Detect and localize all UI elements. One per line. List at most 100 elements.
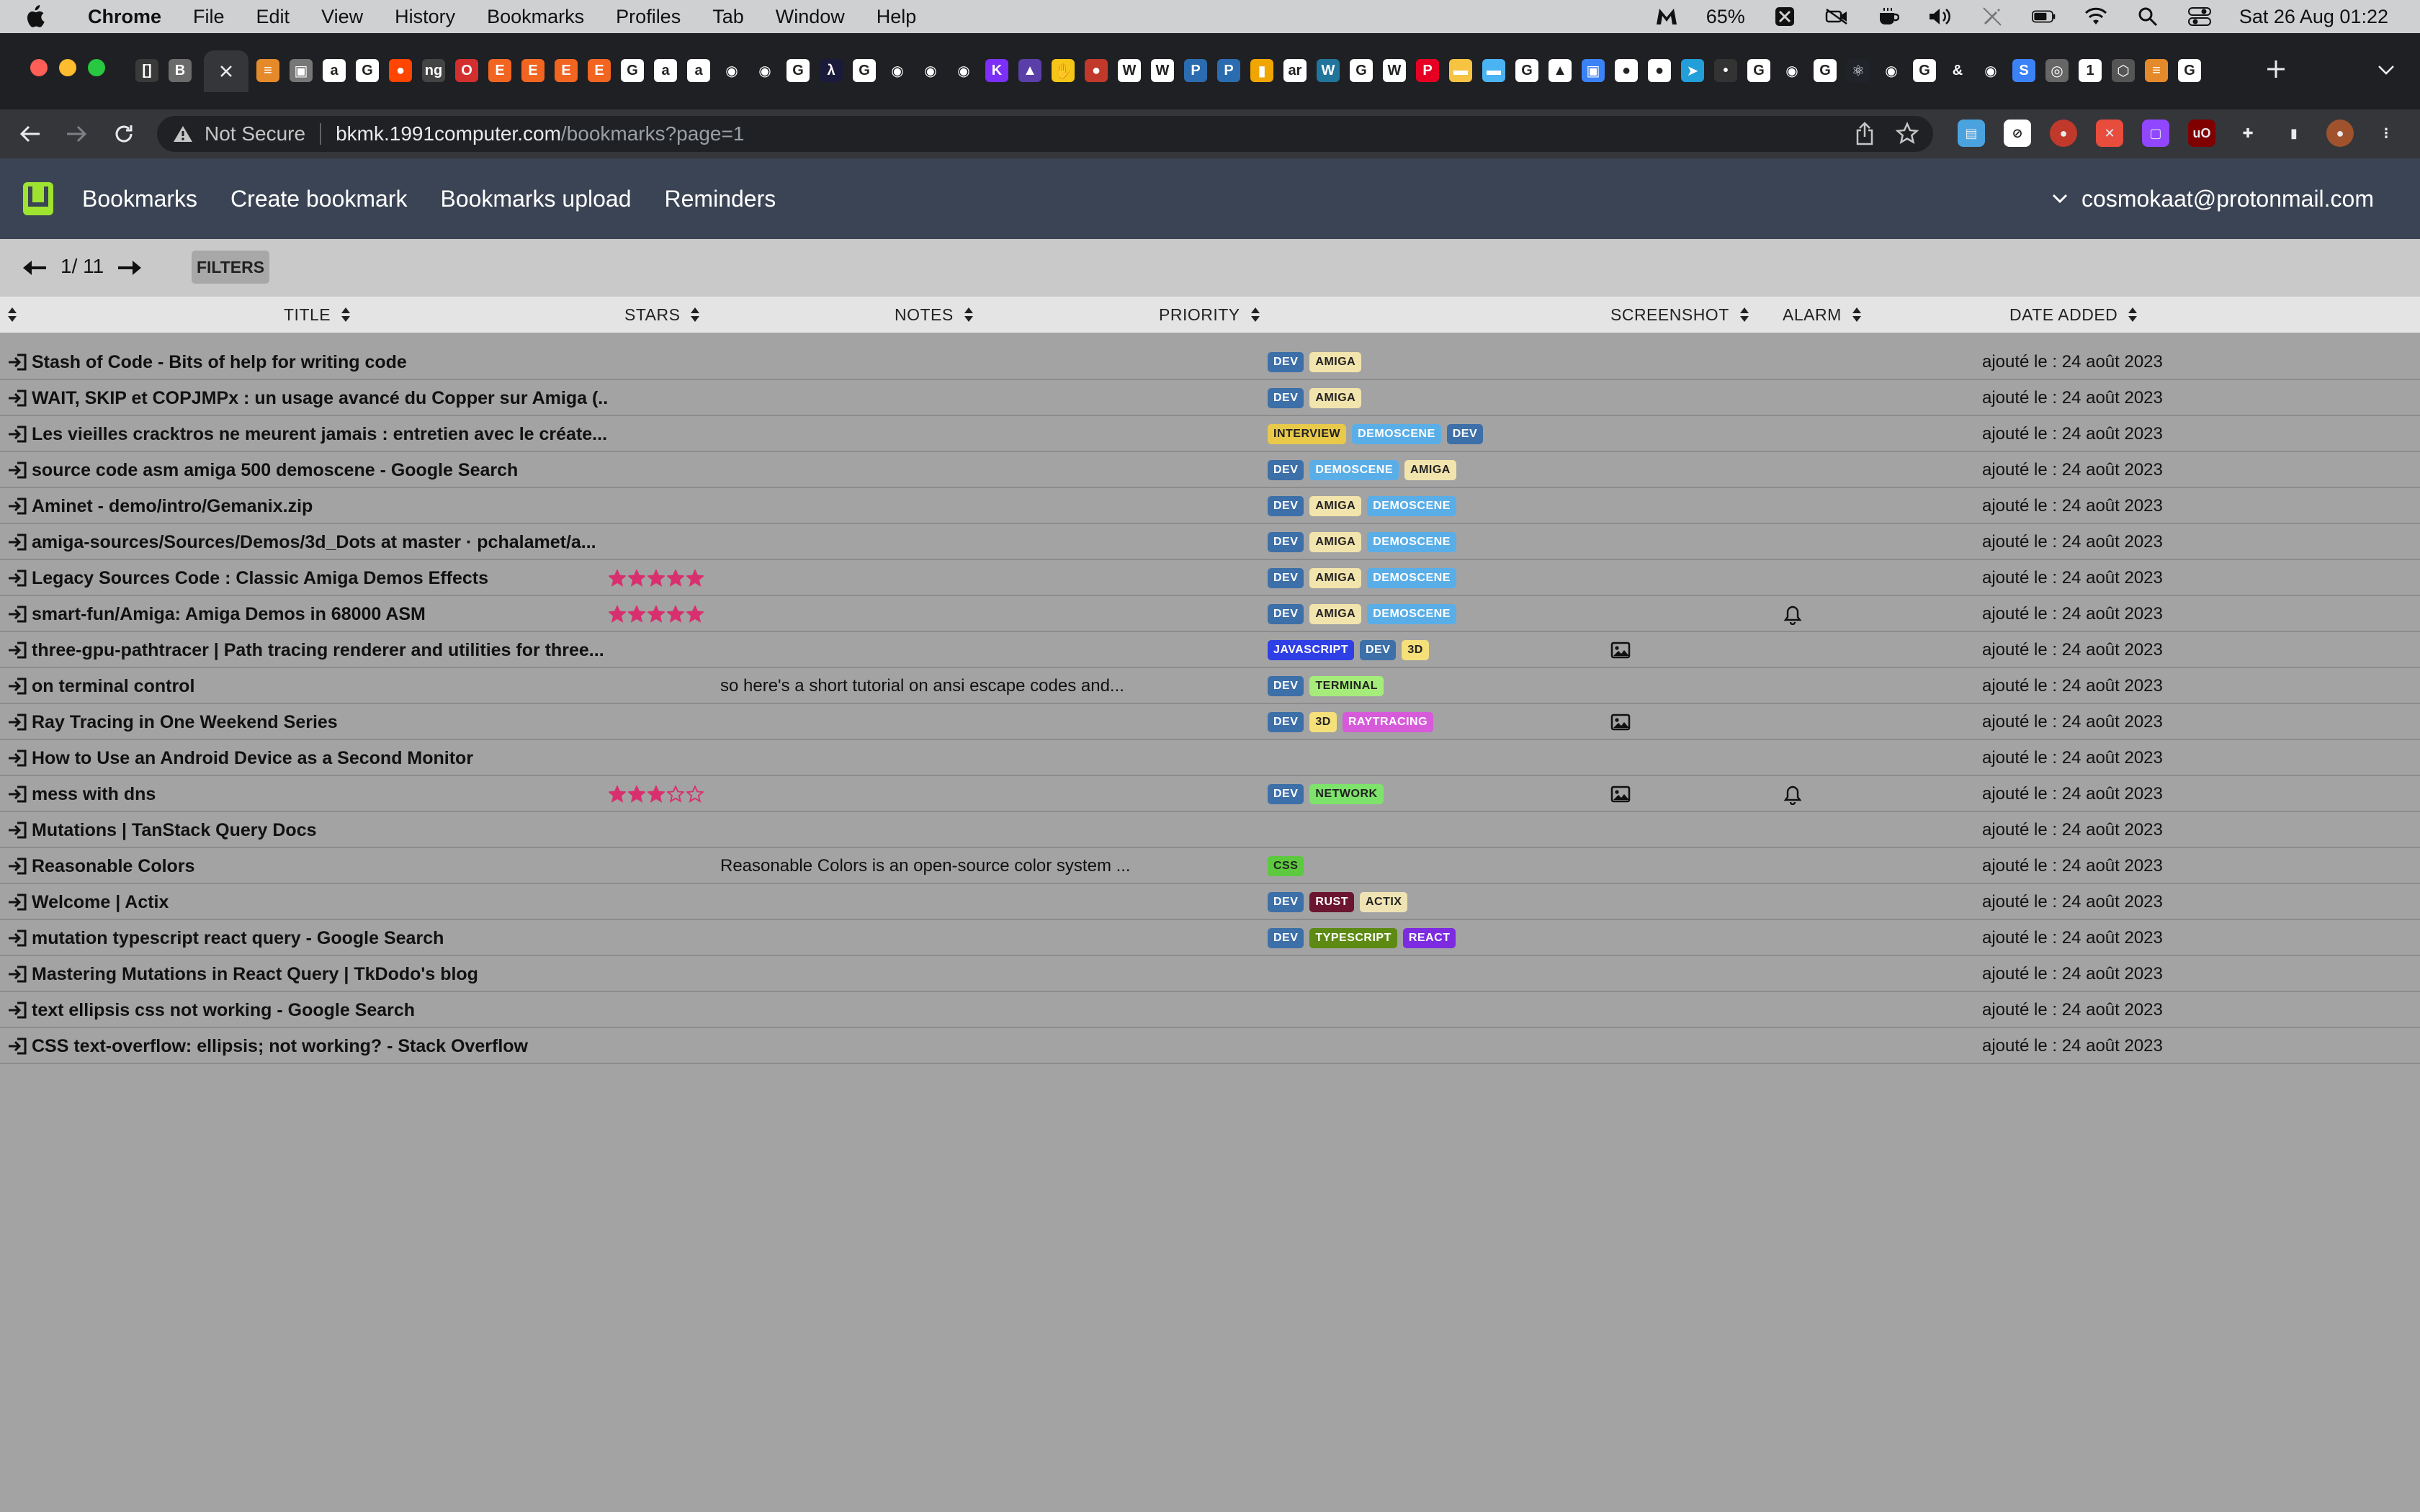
- tag-badge[interactable]: DEV: [1268, 892, 1304, 912]
- wikipedia-favicon-icon[interactable]: W: [1383, 59, 1406, 82]
- tag-badge[interactable]: JAVASCRIPT: [1268, 640, 1354, 660]
- tag-badge[interactable]: AMIGA: [1309, 568, 1362, 588]
- google-favicon-icon[interactable]: G: [621, 59, 644, 82]
- bookmark-title[interactable]: smart-fun/Amiga: Amiga Demos in 68000 AS…: [32, 596, 426, 632]
- star-rating[interactable]: [609, 606, 704, 623]
- user-email[interactable]: cosmokaat@protonmail.com: [2081, 186, 2374, 212]
- tag-badge[interactable]: DEMOSCENE: [1367, 568, 1456, 588]
- globe-favicon-icon[interactable]: ◎: [2045, 59, 2069, 82]
- open-link-icon[interactable]: [7, 894, 27, 911]
- open-link-icon[interactable]: [7, 1002, 27, 1019]
- open-link-icon[interactable]: [7, 570, 27, 587]
- bookmark-title[interactable]: Legacy Sources Code : Classic Amiga Demo…: [32, 560, 488, 596]
- telegram-favicon-icon[interactable]: ➤: [1681, 59, 1704, 82]
- tab-manager-icon[interactable]: ▤: [1958, 120, 1985, 147]
- nav-reminders-link[interactable]: Reminders: [665, 186, 776, 212]
- bell-icon[interactable]: [1783, 785, 1802, 805]
- github-favicon-icon[interactable]: ◉: [919, 59, 942, 82]
- open-link-icon[interactable]: [7, 966, 27, 983]
- tag-badge[interactable]: DEV: [1268, 568, 1304, 588]
- open-link-icon[interactable]: [7, 1038, 27, 1055]
- star-filled-icon[interactable]: [628, 606, 645, 623]
- google-favicon-icon[interactable]: G: [853, 59, 876, 82]
- pic-favicon-icon[interactable]: P: [1184, 59, 1207, 82]
- screenshot-cell[interactable]: [1610, 785, 1631, 804]
- table-row[interactable]: mess with dns DEV NETWORK ajouté le : 24 ao…: [0, 776, 2420, 812]
- sort-icon[interactable]: [1250, 307, 1260, 323]
- puzzle-icon[interactable]: ✚: [2234, 120, 2262, 147]
- open-link-icon[interactable]: [7, 858, 27, 875]
- table-row[interactable]: Reasonable Colors Reasonable Colors is an…: [0, 848, 2420, 884]
- table-row[interactable]: amiga-sources/Sources/Demos/3d_Dots at m…: [0, 524, 2420, 560]
- open-link-icon[interactable]: [7, 642, 27, 659]
- screenshot-cell[interactable]: [1610, 641, 1631, 660]
- sort-column-handle[interactable]: [7, 297, 17, 333]
- google-favicon-icon[interactable]: G: [2178, 59, 2201, 82]
- x-close-icon[interactable]: ✕: [2096, 120, 2123, 147]
- table-row[interactable]: Mutations | TanStack Query Docs ajouté le…: [0, 812, 2420, 848]
- stack-favicon-icon[interactable]: ≡: [256, 59, 279, 82]
- spotlight-search-icon[interactable]: [2136, 6, 2160, 27]
- table-row[interactable]: source code asm amiga 500 demoscene - Go…: [0, 452, 2420, 488]
- tag-badge[interactable]: CSS: [1268, 856, 1304, 876]
- open-link-icon[interactable]: [7, 930, 27, 947]
- box-favicon-icon[interactable]: ⬡: [2112, 59, 2135, 82]
- column-header-screenshot[interactable]: SCREENSHOT: [1610, 297, 1749, 333]
- github-favicon-icon[interactable]: ◉: [1780, 59, 1803, 82]
- drive-favicon-icon[interactable]: ▲: [1549, 59, 1572, 82]
- open-link-icon[interactable]: [7, 786, 27, 803]
- open-link-icon[interactable]: [7, 462, 27, 479]
- tag-badge[interactable]: DEMOSCENE: [1309, 460, 1399, 480]
- menu-app-name[interactable]: Chrome: [88, 6, 161, 28]
- bookmark-title[interactable]: mutation typescript react query - Google…: [32, 920, 444, 956]
- ng-favicon-icon[interactable]: ng: [422, 59, 445, 82]
- sort-icon[interactable]: [690, 307, 700, 323]
- record-icon[interactable]: ●: [2050, 120, 2077, 147]
- tag-badge[interactable]: DEV: [1268, 532, 1304, 552]
- tag-badge[interactable]: RUST: [1309, 892, 1354, 912]
- tag-badge[interactable]: TYPESCRIPT: [1309, 928, 1397, 948]
- table-row[interactable]: Legacy Sources Code : Classic Amiga Demo…: [0, 560, 2420, 596]
- tag-badge[interactable]: RAYTRACING: [1342, 712, 1434, 732]
- kebab-menu-icon[interactable]: ⋮: [2372, 120, 2400, 147]
- star-filled-icon[interactable]: [686, 570, 704, 587]
- star-filled-icon[interactable]: [647, 786, 665, 803]
- tag-badge[interactable]: 3D: [1309, 712, 1337, 732]
- sort-icon[interactable]: [964, 307, 974, 323]
- github-favicon-icon[interactable]: ◉: [753, 59, 776, 82]
- tag-badge[interactable]: AMIGA: [1309, 496, 1362, 516]
- bookmark-star-icon[interactable]: [1896, 122, 1919, 146]
- table-row[interactable]: smart-fun/Amiga: Amiga Demos in 68000 AS…: [0, 596, 2420, 632]
- etsy-favicon-icon[interactable]: E: [588, 59, 611, 82]
- column-header-notes[interactable]: NOTES: [895, 297, 974, 333]
- table-row[interactable]: three-gpu-pathtracer | Path tracing rend…: [0, 632, 2420, 668]
- amazon-favicon-icon[interactable]: a: [687, 59, 710, 82]
- table-row[interactable]: text ellipsis css not working - Google S…: [0, 992, 2420, 1028]
- nav-create-bookmark-link[interactable]: Create bookmark: [230, 186, 407, 212]
- nav-bookmarks-link[interactable]: Bookmarks: [82, 186, 197, 212]
- tag-badge[interactable]: DEV: [1268, 676, 1304, 696]
- star-empty-icon[interactable]: [686, 786, 704, 803]
- s-favicon-icon[interactable]: S: [2012, 59, 2035, 82]
- active-tab[interactable]: [204, 50, 248, 92]
- react-favicon-icon[interactable]: ⚛: [1847, 59, 1870, 82]
- table-row[interactable]: How to Use an Android Device as a Second…: [0, 740, 2420, 776]
- wikipedia-favicon-icon[interactable]: W: [1118, 59, 1141, 82]
- stack-favicon-icon[interactable]: ≡: [2145, 59, 2168, 82]
- open-link-icon[interactable]: [7, 750, 27, 767]
- malwarebytes-icon[interactable]: [1654, 6, 1679, 27]
- open-link-icon[interactable]: [7, 822, 27, 839]
- column-header-stars[interactable]: STARS: [624, 297, 700, 333]
- star-filled-icon[interactable]: [667, 606, 684, 623]
- twitch-icon[interactable]: ▢: [2142, 120, 2169, 147]
- menu-profiles[interactable]: Profiles: [616, 6, 681, 28]
- bookmark-title[interactable]: Mutations | TanStack Query Docs: [32, 812, 317, 848]
- tag-badge[interactable]: TERMINAL: [1309, 676, 1384, 696]
- etsy-favicon-icon[interactable]: E: [488, 59, 511, 82]
- address-bar[interactable]: Not Secure bkmk.1991computer.com/bookmar…: [157, 116, 1933, 152]
- google-favicon-icon[interactable]: G: [1913, 59, 1936, 82]
- bars-favicon-icon[interactable]: ▮: [1250, 59, 1273, 82]
- alarm-cell[interactable]: [1783, 605, 1802, 625]
- bookmark-title[interactable]: Stash of Code - Bits of help for writing…: [32, 344, 407, 380]
- table-row[interactable]: Aminet - demo/intro/Gemanix.zip DEV AMIGA D…: [0, 488, 2420, 524]
